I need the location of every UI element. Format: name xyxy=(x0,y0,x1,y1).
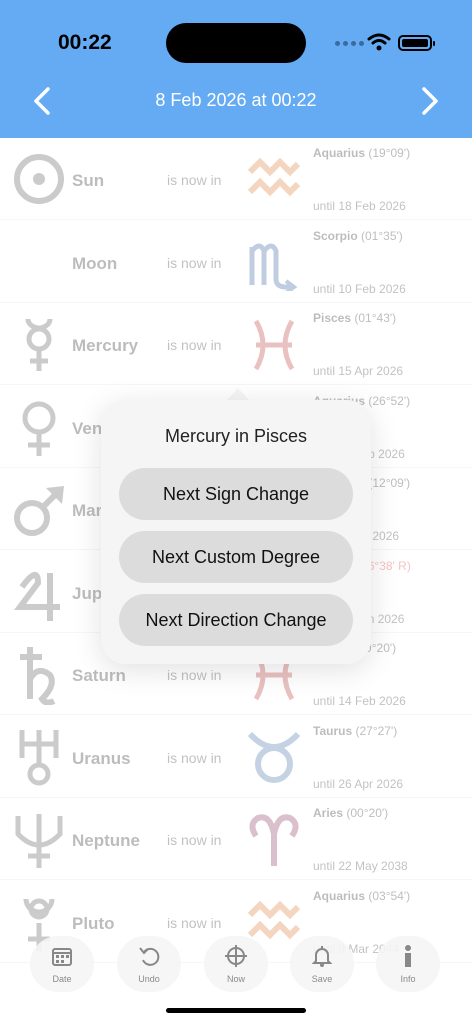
wifi-icon xyxy=(367,33,391,51)
tab-info-label: Info xyxy=(400,974,416,984)
date-title[interactable]: 8 Feb 2026 at 00:22 xyxy=(0,90,472,111)
next-sign-change-button[interactable]: Next Sign Change xyxy=(119,468,353,520)
tab-bar: Date Undo Now Save Info xyxy=(0,936,472,996)
tab-info[interactable]: Info xyxy=(376,936,440,992)
next-direction-change-button[interactable]: Next Direction Change xyxy=(119,594,353,646)
next-custom-degree-button[interactable]: Next Custom Degree xyxy=(119,531,353,583)
signal-icon xyxy=(335,41,364,46)
bell-icon xyxy=(311,946,333,967)
tab-now[interactable]: Now xyxy=(204,936,268,992)
battery-icon xyxy=(398,35,435,51)
header-bar: 00:22 8 Feb 2026 at 00:22 xyxy=(0,0,472,138)
crosshair-icon xyxy=(225,945,247,967)
info-icon xyxy=(405,945,411,967)
popover-menu: Mercury in Pisces Next Sign Change Next … xyxy=(101,400,371,664)
home-indicator xyxy=(166,1008,306,1013)
next-date-button[interactable] xyxy=(418,86,442,116)
tab-now-label: Now xyxy=(226,974,245,984)
tab-date[interactable]: Date xyxy=(30,936,94,992)
tab-save[interactable]: Save xyxy=(290,936,354,992)
tab-date-label: Date xyxy=(52,974,72,984)
popover-title: Mercury in Pisces xyxy=(164,426,308,446)
tab-undo-label: Undo xyxy=(138,974,160,984)
status-time: 00:22 xyxy=(58,31,112,54)
tab-save-label: Save xyxy=(311,974,333,984)
tab-undo[interactable]: Undo xyxy=(117,936,181,992)
undo-icon xyxy=(139,947,160,966)
dynamic-island xyxy=(166,23,306,63)
calendar-icon xyxy=(52,948,72,966)
